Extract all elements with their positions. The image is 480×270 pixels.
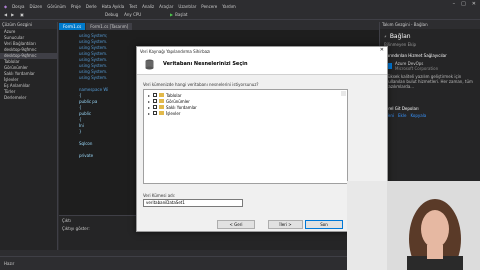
platform-dropdown[interactable]: Any CPU: [124, 12, 141, 17]
tab-form1-cs[interactable]: Form1.cs: [59, 22, 86, 30]
panel-title: Çözüm Gezgini: [0, 22, 57, 29]
checkbox[interactable]: [153, 105, 157, 109]
service-vendor: Microsoft Corporation: [395, 66, 439, 71]
minimize-icon[interactable]: –: [453, 1, 456, 7]
checkbox[interactable]: [153, 99, 157, 103]
play-icon: ▶: [170, 12, 174, 17]
title-bar: ◆ Dosya Düzen Görünüm Proje Derle Hata A…: [0, 0, 480, 9]
dataset-name-input[interactable]: veritabaniDataSet1: [143, 199, 243, 207]
editor-tabs: Form1.cs Form1.cs [Tasarım]: [59, 22, 379, 30]
dialog-header: Veritabanı Nesnelerinizi Seçin: [137, 55, 387, 75]
connect-heading: Bağlan: [389, 33, 411, 40]
back-button[interactable]: < Geri: [217, 220, 255, 229]
dialog-title: Veri Kaynağı Yapılandırma Sihirbazı: [140, 48, 211, 54]
local-git-section: Yerel Git Depoları: [384, 106, 419, 111]
toolbar: ◀ ▶ ▣ Debug Any CPU ▶ Başlat: [0, 9, 480, 20]
tree-node-label: Görünümler: [166, 98, 190, 104]
tree-item[interactable]: Derlemeler: [0, 95, 57, 101]
subtitle: Bilinmeyen Ekip: [384, 42, 417, 47]
scrollbar[interactable]: [341, 91, 346, 96]
expand-icon[interactable]: ▸: [148, 93, 152, 98]
back-icon[interactable]: ◀: [4, 12, 7, 17]
database-icon: [145, 59, 154, 70]
objects-tree[interactable]: ▸ Tablolar ▸ Görünümler ▸ Saklı Yordamlar ▸ İşl…: [143, 89, 348, 184]
start-label: Başlat: [175, 12, 188, 17]
start-button[interactable]: ▶ Başlat: [170, 12, 188, 17]
folder-icon: [159, 105, 164, 109]
folder-icon: [159, 99, 164, 103]
clone-repo-link[interactable]: Kopyala: [410, 113, 426, 118]
next-button[interactable]: İleri >: [268, 220, 303, 229]
webcam-overlay: [347, 181, 480, 270]
status-ready: Hazır: [4, 261, 15, 266]
config-dropdown[interactable]: Debug: [105, 12, 118, 17]
maximize-icon[interactable]: □: [461, 1, 466, 7]
checkbox[interactable]: [153, 93, 157, 97]
tree-node-label: Saklı Yordamlar: [166, 104, 197, 110]
service-description: Yüksek kaliteli yazılım geliştirmek için…: [386, 74, 473, 89]
tab-form1-design[interactable]: Form1.cs [Tasarım]: [86, 22, 133, 30]
section-title: Barındırılan Hizmet Sağlayıcılar: [384, 53, 447, 58]
presenter-image: [347, 181, 480, 270]
solution-explorer: Çözüm Gezgini Azure Sunucular Veri Bağlant…: [0, 22, 58, 250]
forward-icon[interactable]: ▶: [11, 12, 14, 17]
checkbox[interactable]: [153, 111, 157, 115]
window-controls: – □ ✕: [453, 1, 476, 7]
expand-icon[interactable]: ▸: [148, 99, 152, 104]
folder-icon: [159, 93, 164, 97]
expand-icon[interactable]: ▸: [148, 105, 152, 110]
finish-button[interactable]: Son: [305, 220, 343, 229]
panel-title: Takım Gezgini - Bağlan: [380, 22, 480, 29]
folder-icon: [159, 111, 164, 115]
add-repo-link[interactable]: Ekle: [398, 113, 406, 118]
save-icon[interactable]: ▣: [20, 12, 24, 17]
dialog-title-bar: Veri Kaynağı Yapılandırma Sihirbazı: [137, 47, 387, 55]
expand-icon[interactable]: ▸: [148, 111, 152, 116]
tree-node[interactable]: ▸ İşlevler: [148, 110, 347, 116]
objects-question: Veri kümenizde hangi veritabanı nesneler…: [143, 82, 259, 87]
plug-icon: ⚡: [384, 34, 387, 39]
tree-node-label: İşlevler: [166, 110, 181, 116]
close-icon[interactable]: ✕: [380, 47, 384, 53]
tree-node-label: Tablolar: [166, 92, 182, 98]
dialog-heading: Veritabanı Nesnelerinizi Seçin: [163, 61, 248, 67]
close-icon[interactable]: ✕: [472, 1, 476, 7]
dataset-name-label: Veri Kümesi adı:: [143, 193, 176, 198]
